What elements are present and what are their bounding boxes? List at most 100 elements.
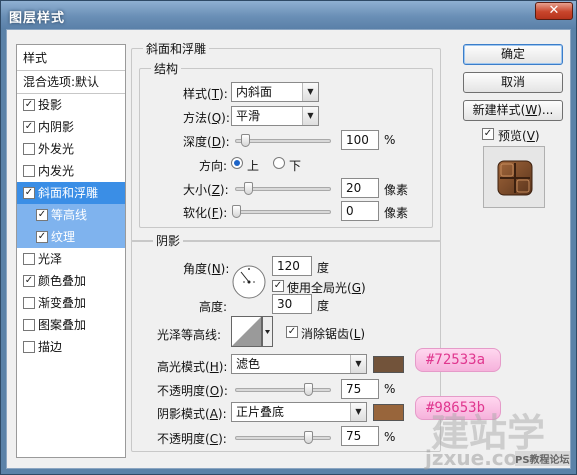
list-item-stroke[interactable]: 描边 (17, 336, 125, 358)
style-select[interactable]: 内斜面 ▼ (231, 82, 319, 102)
shadow-opacity-input[interactable]: 75 (341, 426, 379, 446)
depth-input[interactable]: 100 (341, 130, 379, 150)
highlight-opacity-thumb[interactable] (304, 383, 313, 396)
direction-down-radio[interactable] (273, 157, 285, 169)
size-unit: 像素 (384, 183, 409, 197)
list-item-contour[interactable]: ✓ 等高线 (17, 204, 125, 226)
blend-options-item[interactable]: 混合选项:默认 (17, 71, 125, 93)
chevron-down-icon[interactable]: ▼ (350, 403, 366, 421)
list-item-inner-glow[interactable]: 内发光 (17, 160, 125, 182)
label-text: ): (220, 135, 230, 149)
window-title: 图层样式 (9, 11, 66, 26)
size-slider-thumb[interactable] (244, 182, 253, 195)
checkbox[interactable] (23, 165, 35, 177)
label-text: 角度( (183, 262, 212, 276)
preview-checkbox[interactable]: ✓ (482, 128, 494, 140)
label-text: ): (218, 206, 228, 220)
angle-dial[interactable] (231, 264, 267, 300)
size-input[interactable]: 20 (341, 178, 379, 198)
highlight-opacity-input[interactable]: 75 (341, 379, 379, 399)
list-item-texture[interactable]: ✓ 纹理 (17, 226, 125, 248)
chevron-down-icon[interactable]: ▼ (350, 355, 366, 373)
gloss-contour-picker[interactable] (231, 316, 273, 348)
soften-slider[interactable] (235, 210, 331, 214)
new-style-button[interactable]: 新建样式(W)... (463, 100, 563, 121)
soften-slider-thumb[interactable] (232, 205, 241, 218)
dialog-body: 样式 混合选项:默认 ✓ 投影 ✓ 内阴影 外发光 内发光 ✓ 斜面和浮雕 ✓ 等高线 … (6, 29, 571, 470)
depth-unit: % (384, 133, 396, 147)
checkbox[interactable] (23, 341, 35, 353)
soften-input[interactable]: 0 (341, 201, 379, 221)
label-text: 方法( (183, 111, 212, 125)
shadow-color-swatch[interactable] (373, 404, 404, 421)
chevron-down-icon[interactable]: ▼ (302, 83, 318, 101)
list-item-outer-glow[interactable]: 外发光 (17, 138, 125, 160)
checkbox[interactable] (23, 297, 35, 309)
checkbox[interactable] (23, 253, 35, 265)
highlight-opacity-slider[interactable] (235, 388, 331, 392)
checkbox[interactable]: ✓ (36, 231, 48, 243)
label-text: ): (219, 87, 228, 101)
size-label: 大小(Z): (183, 181, 229, 198)
label-text: 不透明度( (157, 432, 210, 446)
list-item-color-overlay[interactable]: ✓ 颜色叠加 (17, 270, 125, 292)
list-item-gradient-overlay[interactable]: 渐变叠加 (17, 292, 125, 314)
list-header[interactable]: 样式 (17, 47, 125, 69)
select-value: 内斜面 (236, 85, 273, 99)
shadow-opacity-thumb[interactable] (304, 431, 313, 444)
method-select[interactable]: 平滑 ▼ (231, 106, 319, 126)
bevel-emboss-title: 斜面和浮雕 (143, 40, 210, 57)
list-item-label: 图案叠加 (38, 318, 87, 332)
depth-label: 深度(D): (183, 133, 230, 150)
highlight-color-swatch[interactable] (373, 356, 404, 373)
depth-slider-thumb[interactable] (241, 134, 250, 147)
antialias-label: 消除锯齿(L) (301, 327, 366, 341)
chevron-down-icon[interactable]: ▼ (302, 107, 318, 125)
direction-up-radio[interactable] (231, 157, 243, 169)
checkbox[interactable]: ✓ (23, 187, 35, 199)
list-item-pattern-overlay[interactable]: 图案叠加 (17, 314, 125, 336)
shadow-opacity-slider[interactable] (235, 436, 331, 440)
highlight-color-callout: #72533a (415, 348, 501, 372)
close-button[interactable]: ✕ (535, 2, 573, 20)
watermark-site: PS教程论坛 (515, 451, 570, 466)
access-key: Q (211, 111, 222, 125)
list-item-label: 纹理 (51, 230, 76, 244)
label-text: ): (218, 432, 227, 446)
access-key: N (211, 262, 221, 276)
select-value: 正片叠底 (236, 405, 285, 419)
direction-label: 方向: (199, 159, 228, 173)
preview-thumbnail (497, 160, 533, 196)
angle-input[interactable]: 120 (272, 256, 312, 276)
checkbox[interactable]: ✓ (36, 209, 48, 221)
list-item-bevel-emboss[interactable]: ✓ 斜面和浮雕 (17, 182, 125, 204)
list-item-inner-shadow[interactable]: ✓ 内阴影 (17, 116, 125, 138)
list-item-drop-shadow[interactable]: ✓ 投影 (17, 94, 125, 116)
list-item-label: 内阴影 (38, 120, 75, 134)
highlight-mode-label: 高光模式(H): (157, 358, 227, 375)
list-item-satin[interactable]: 光泽 (17, 248, 125, 270)
cancel-button[interactable]: 取消 (463, 72, 563, 93)
list-item-label: 描边 (38, 340, 63, 354)
label-text: ): (220, 262, 230, 276)
label-text: ): (221, 111, 230, 125)
access-key: G (351, 281, 361, 295)
access-key: W (525, 103, 538, 117)
label-text: 新建样式( (472, 103, 526, 117)
label-text: ): (219, 384, 228, 398)
checkbox[interactable] (23, 143, 35, 155)
checkbox[interactable]: ✓ (23, 99, 35, 111)
global-light-checkbox[interactable]: ✓ (272, 280, 284, 292)
checkbox[interactable]: ✓ (23, 121, 35, 133)
altitude-input[interactable]: 30 (272, 294, 312, 314)
label-text: ): (218, 360, 228, 374)
checkbox[interactable] (23, 319, 35, 331)
ok-button[interactable]: 确定 (463, 44, 563, 65)
label-text: 阴影模式( (157, 407, 210, 421)
antialias-checkbox[interactable]: ✓ (286, 326, 298, 338)
highlight-mode-select[interactable]: 滤色 ▼ (231, 354, 367, 374)
shadow-opacity-unit: % (384, 430, 396, 444)
access-key: D (211, 135, 221, 149)
shadow-mode-select[interactable]: 正片叠底 ▼ (231, 402, 367, 422)
checkbox[interactable]: ✓ (23, 275, 35, 287)
